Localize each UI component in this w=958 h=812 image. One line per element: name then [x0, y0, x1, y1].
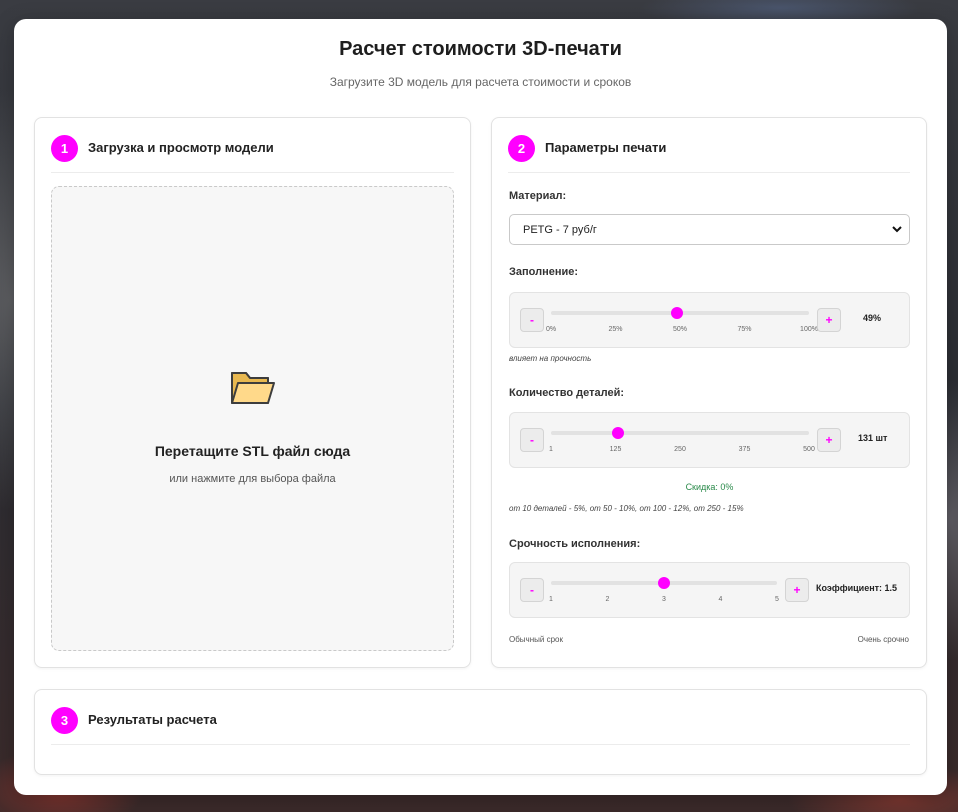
urgency-label: Срочность исполнения:: [509, 538, 641, 550]
upload-panel: 1 Загрузка и просмотр модели Перетащите …: [34, 117, 471, 668]
step-badge-3: 3: [51, 707, 78, 734]
quantity-ticks: 1 125 250 375 500: [549, 446, 815, 456]
infill-increase-button[interactable]: +: [817, 308, 841, 332]
urgency-slider-thumb[interactable]: [658, 577, 670, 589]
upload-panel-header: 1 Загрузка и просмотр модели: [51, 135, 454, 173]
results-panel-header: 3 Результаты расчета: [51, 707, 910, 745]
quantity-label: Количество деталей:: [509, 387, 625, 399]
params-panel-title: Параметры печати: [545, 140, 667, 155]
material-selected-value: PETG - 7 руб/г: [523, 223, 597, 236]
infill-slider[interactable]: [551, 307, 809, 319]
folder-icon: [231, 372, 275, 404]
material-select[interactable]: PETG - 7 руб/г: [509, 214, 910, 245]
quantity-tick: 1: [549, 446, 553, 453]
discount-hint: от 10 деталей - 5%, от 50 - 10%, от 100 …: [509, 504, 744, 513]
urgency-slider-box: - 1 2 3 4 5 + Коэффициент: 1.5: [509, 562, 910, 618]
quantity-slider[interactable]: [551, 427, 809, 439]
print-params-panel: 2 Параметры печати Материал: PETG - 7 ру…: [491, 117, 927, 668]
infill-tick: 50%: [672, 326, 688, 333]
urgency-low-label: Обычный срок: [509, 635, 563, 644]
urgency-slider[interactable]: [551, 577, 777, 589]
quantity-decrease-button[interactable]: -: [520, 428, 544, 452]
urgency-value: Коэффициент: 1.5: [816, 583, 898, 593]
params-panel-header: 2 Параметры печати: [508, 135, 910, 173]
infill-slider-box: - 0% 25% 50% 75% 100% + 49%: [509, 292, 910, 348]
page-title: Расчет стоимости 3D-печати: [339, 38, 622, 60]
quantity-value: 131 шт: [858, 433, 888, 443]
step-badge-2: 2: [508, 135, 535, 162]
infill-decrease-button[interactable]: -: [520, 308, 544, 332]
results-panel: 3 Результаты расчета: [34, 689, 927, 775]
quantity-tick: 125: [609, 446, 622, 453]
infill-value: 49%: [863, 313, 882, 323]
discount-text: Скидка: 0%: [685, 482, 734, 492]
infill-label: Заполнение:: [509, 266, 579, 278]
urgency-decrease-button[interactable]: -: [520, 578, 544, 602]
urgency-ticks: 1 2 3 4 5: [549, 596, 779, 606]
quantity-increase-button[interactable]: +: [817, 428, 841, 452]
material-label: Материал:: [509, 190, 567, 202]
file-dropzone[interactable]: Перетащите STL файл сюда или нажмите для…: [51, 186, 454, 651]
step-badge-1: 1: [51, 135, 78, 162]
results-panel-title: Результаты расчета: [88, 712, 217, 727]
urgency-tick: 2: [605, 596, 610, 603]
urgency-increase-button[interactable]: +: [785, 578, 809, 602]
quantity-slider-box: - 1 125 250 375 500 + 131 шт: [509, 412, 910, 468]
infill-tick: 0%: [545, 326, 557, 333]
urgency-high-label: Очень срочно: [857, 635, 909, 644]
infill-ticks: 0% 25% 50% 75% 100%: [546, 326, 818, 336]
page-subtitle: Загрузите 3D модель для расчета стоимост…: [329, 75, 632, 89]
quantity-tick: 500: [803, 446, 815, 453]
urgency-tick: 3: [662, 596, 666, 603]
dropzone-subtitle: или нажмите для выбора файла: [169, 473, 336, 485]
urgency-tick: 4: [718, 596, 723, 603]
quantity-slider-thumb[interactable]: [612, 427, 625, 439]
upload-panel-title: Загрузка и просмотр модели: [88, 140, 274, 155]
urgency-tick: 5: [775, 596, 779, 603]
infill-slider-thumb[interactable]: [671, 307, 684, 319]
chevron-down-icon: [892, 226, 902, 233]
quantity-tick: 250: [674, 446, 686, 453]
infill-tick: 75%: [737, 326, 752, 333]
infill-tick: 25%: [608, 326, 623, 333]
quantity-tick: 375: [738, 446, 751, 453]
urgency-tick: 1: [549, 596, 553, 603]
calculator-card: Расчет стоимости 3D-печати Загрузите 3D …: [14, 19, 947, 795]
dropzone-title: Перетащите STL файл сюда: [154, 443, 351, 459]
infill-hint: влияет на прочность: [509, 354, 592, 363]
infill-tick: 100%: [800, 326, 818, 333]
